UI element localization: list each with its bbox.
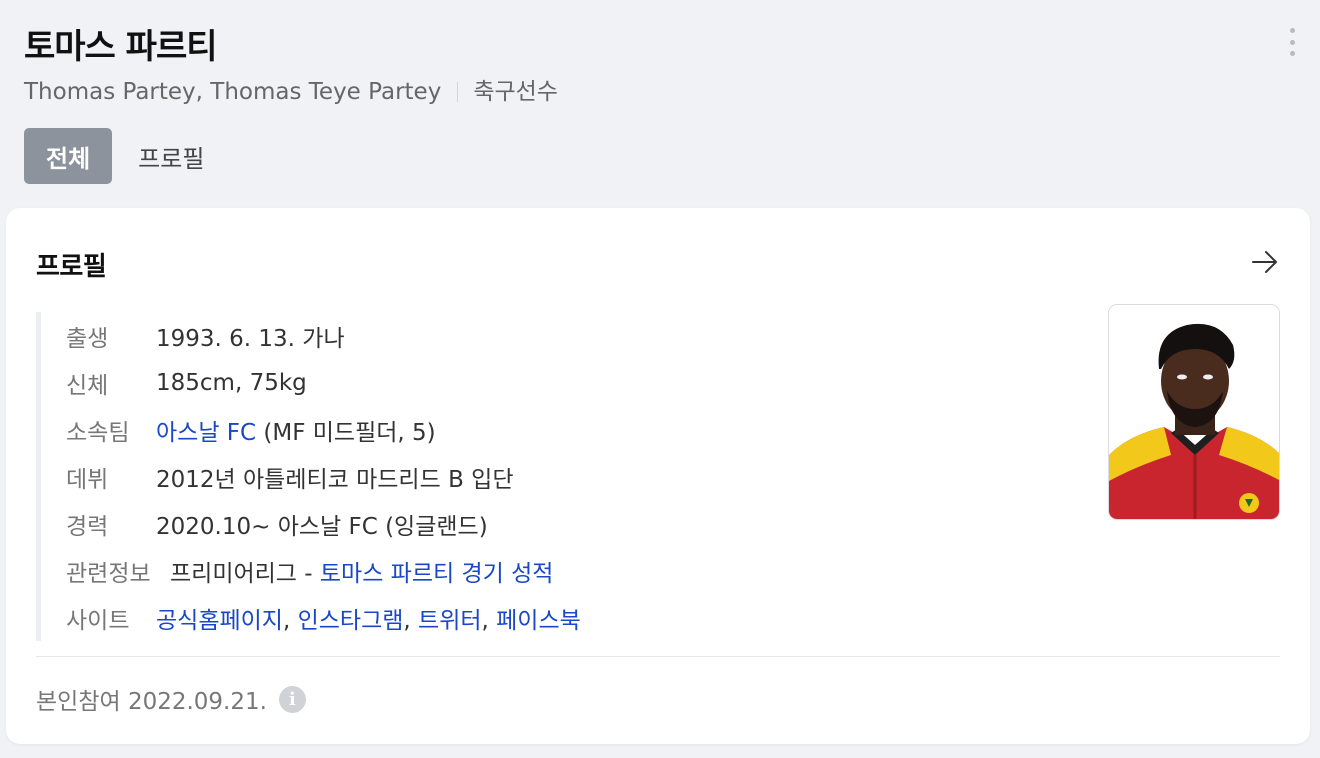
page-title: 토마스 파르티 — [24, 27, 218, 67]
body-value: 185cm, 75kg — [156, 369, 307, 396]
info-row-career: 경력 2020.10~ 아스날 FC (잉글랜드) — [66, 500, 581, 547]
site-link-instagram[interactable]: 인스타그램 — [298, 608, 404, 634]
related-label: 관련정보 — [66, 560, 151, 587]
subtitle-divider — [457, 82, 459, 102]
more-vertical-icon[interactable] — [1284, 28, 1300, 56]
site-link-official[interactable]: 공식홈페이지 — [156, 608, 283, 634]
profile-card: 프로필 출생 1993. 6. 13. 가나 신체 185cm, 75kg 소속… — [6, 208, 1310, 744]
profile-info-list: 출생 1993. 6. 13. 가나 신체 185cm, 75kg 소속팀 아스… — [36, 312, 581, 641]
team-position: (MF 미드필더, 5) — [263, 419, 436, 446]
site-link-facebook[interactable]: 페이스북 — [496, 608, 581, 634]
career-label: 경력 — [66, 513, 109, 540]
tab-all[interactable]: 전체 — [24, 128, 113, 184]
info-row-body: 신체 185cm, 75kg — [66, 359, 581, 406]
tab-bar: 전체 프로필 — [24, 128, 230, 184]
related-stats-link[interactable]: 토마스 파르티 경기 성적 — [320, 561, 554, 587]
team-label: 소속팀 — [66, 419, 130, 446]
info-row-birth: 출생 1993. 6. 13. 가나 — [66, 312, 581, 359]
info-row-sites: 사이트 공식홈페이지, 인스타그램, 트위터, 페이스북 — [66, 594, 581, 641]
header: 토마스 파르티 Thomas Partey, Thomas Teye Parte… — [24, 22, 1300, 108]
info-row-team: 소속팀 아스날 FC (MF 미드필더, 5) — [66, 406, 581, 453]
arrow-right-icon[interactable] — [1250, 248, 1280, 276]
profile-card-title: 프로필 — [36, 252, 107, 282]
subtitle-line: Thomas Partey, Thomas Teye Partey 축구선수 — [24, 76, 1300, 108]
team-link[interactable]: 아스날 FC — [156, 420, 256, 446]
sites-label: 사이트 — [66, 607, 130, 634]
debut-label: 데뷔 — [66, 466, 109, 493]
info-row-related: 관련정보 프리미어리그 - 토마스 파르티 경기 성적 — [66, 547, 581, 594]
info-row-debut: 데뷔 2012년 아틀레티코 마드리드 B 입단 — [66, 453, 581, 500]
related-league: 프리미어리그 - — [170, 560, 313, 587]
alt-names: Thomas Partey, Thomas Teye Partey — [24, 79, 442, 105]
verified-date: 본인참여 2022.09.21. — [36, 689, 267, 715]
card-footer: 본인참여 2022.09.21. i — [36, 682, 306, 716]
site-link-twitter[interactable]: 트위터 — [418, 608, 481, 634]
tab-profile[interactable]: 프로필 — [112, 128, 230, 184]
debut-value: 2012년 아틀레티코 마드리드 B 입단 — [156, 466, 514, 493]
career-value: 2020.10~ 아스날 FC (잉글랜드) — [156, 513, 488, 540]
info-icon[interactable]: i — [278, 685, 306, 713]
category-label: 축구선수 — [473, 79, 558, 105]
birth-label: 출생 — [66, 325, 109, 352]
birth-value: 1993. 6. 13. 가나 — [156, 325, 345, 352]
body-label: 신체 — [66, 372, 109, 399]
profile-photo[interactable] — [1108, 304, 1280, 520]
card-divider — [36, 656, 1280, 657]
